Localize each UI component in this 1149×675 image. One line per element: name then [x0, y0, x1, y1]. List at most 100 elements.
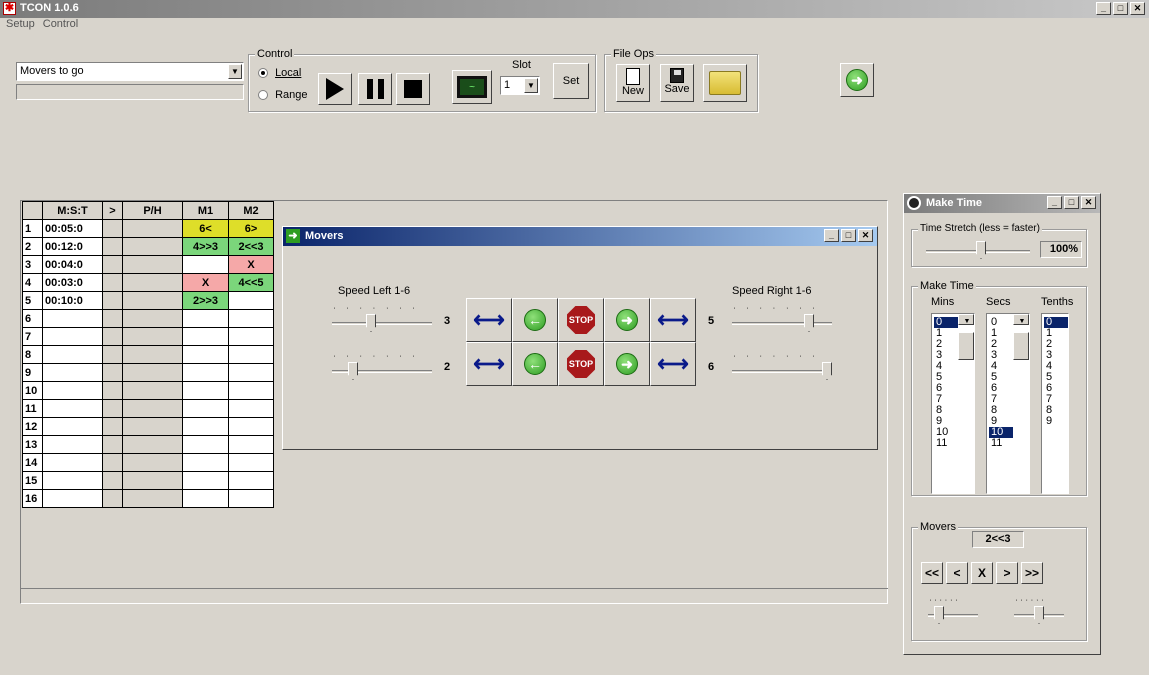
- cell-time[interactable]: [42, 309, 103, 328]
- nav-prev-button[interactable]: <: [946, 562, 968, 584]
- make-time-maximize-button[interactable]: □: [1064, 196, 1079, 209]
- stop1-button[interactable]: STOP: [558, 298, 604, 342]
- cell-m1[interactable]: [182, 471, 229, 490]
- cell-m2[interactable]: [228, 291, 274, 310]
- cell-marker[interactable]: [102, 363, 123, 382]
- cell-time[interactable]: 00:10:0: [42, 291, 103, 310]
- header-m1[interactable]: M1: [182, 201, 229, 220]
- cell-ph[interactable]: [122, 399, 183, 418]
- scroll-thumb[interactable]: [1013, 332, 1029, 360]
- monitor-button[interactable]: ~: [452, 70, 492, 104]
- cell-ph[interactable]: [122, 435, 183, 454]
- cell-m1[interactable]: [182, 417, 229, 436]
- chevron-down-icon[interactable]: ▼: [524, 78, 538, 93]
- cell-ph[interactable]: [122, 381, 183, 400]
- cell-ph[interactable]: [122, 273, 183, 292]
- cell-marker[interactable]: [102, 291, 123, 310]
- list-item[interactable]: 11: [989, 438, 1013, 449]
- cell-time[interactable]: [42, 399, 103, 418]
- cell-m2[interactable]: [228, 453, 274, 472]
- cell-marker[interactable]: [102, 345, 123, 364]
- scroll-down-icon[interactable]: ▼: [958, 314, 974, 325]
- cell-time[interactable]: 00:12:0: [42, 237, 103, 256]
- cell-time[interactable]: [42, 435, 103, 454]
- cell-m1[interactable]: 2>>3: [182, 291, 229, 310]
- movers-minimize-button[interactable]: _: [824, 229, 839, 242]
- cell-m1[interactable]: [182, 309, 229, 328]
- open-button[interactable]: [703, 64, 747, 102]
- cell-m1[interactable]: [182, 363, 229, 382]
- cell-marker[interactable]: [102, 219, 123, 238]
- cell-m2[interactable]: [228, 345, 274, 364]
- cell-marker[interactable]: [102, 417, 123, 436]
- speed-right-1-slider[interactable]: ''''''': [730, 308, 838, 338]
- mins-scrollbar[interactable]: ▲ ▼: [958, 314, 974, 360]
- cell-marker[interactable]: [102, 453, 123, 472]
- menu-setup[interactable]: Setup: [6, 18, 35, 34]
- slider-thumb[interactable]: [1034, 606, 1044, 624]
- cell-ph[interactable]: [122, 327, 183, 346]
- cell-time[interactable]: [42, 417, 103, 436]
- cell-time[interactable]: 00:05:0: [42, 219, 103, 238]
- go-button[interactable]: ➜: [840, 63, 874, 97]
- nav-first-button[interactable]: <<: [921, 562, 943, 584]
- right2-both-button[interactable]: ⟷: [650, 342, 696, 386]
- cell-m1[interactable]: [182, 255, 229, 274]
- maximize-button[interactable]: □: [1113, 2, 1128, 15]
- cell-m2[interactable]: [228, 363, 274, 382]
- left2-left-button[interactable]: ←: [512, 342, 558, 386]
- cell-m2[interactable]: [228, 309, 274, 328]
- right2-right-button[interactable]: ➜: [604, 342, 650, 386]
- stretch-slider[interactable]: [924, 238, 1034, 262]
- cell-m2[interactable]: [228, 417, 274, 436]
- speed-left-1-slider[interactable]: ''''''': [330, 308, 438, 338]
- cell-ph[interactable]: [122, 309, 183, 328]
- cell-time[interactable]: [42, 381, 103, 400]
- cell-time[interactable]: [42, 327, 103, 346]
- minimize-button[interactable]: _: [1096, 2, 1111, 15]
- cell-m1[interactable]: X: [182, 273, 229, 292]
- left2-both-button[interactable]: ⟷: [466, 342, 512, 386]
- chevron-down-icon[interactable]: ▼: [228, 64, 242, 79]
- cell-m1[interactable]: 4>>3: [182, 237, 229, 256]
- secs-scrollbar[interactable]: ▲ ▼: [1013, 314, 1029, 360]
- make-time-minimize-button[interactable]: _: [1047, 196, 1062, 209]
- mover-left-speed-slider[interactable]: '''''': [926, 600, 982, 630]
- cell-ph[interactable]: [122, 219, 183, 238]
- cell-marker[interactable]: [102, 471, 123, 490]
- slider-thumb[interactable]: [366, 314, 376, 332]
- cell-ph[interactable]: [122, 489, 183, 508]
- cell-marker[interactable]: [102, 399, 123, 418]
- play-button[interactable]: [318, 73, 352, 105]
- cell-m2[interactable]: [228, 327, 274, 346]
- cell-time[interactable]: [42, 471, 103, 490]
- slider-thumb[interactable]: [348, 362, 358, 380]
- list-item[interactable]: 11: [934, 438, 958, 449]
- script-select[interactable]: Movers to go ▼: [16, 62, 244, 81]
- header-mst[interactable]: M:S:T: [42, 201, 103, 220]
- mover-right-speed-slider[interactable]: '''''': [1012, 600, 1068, 630]
- mins-listbox[interactable]: 01234567891011 ▲ ▼: [931, 313, 975, 494]
- header-gt[interactable]: >: [102, 201, 123, 220]
- header-ph[interactable]: P/H: [122, 201, 183, 220]
- list-item[interactable]: 9: [1044, 416, 1068, 427]
- cell-marker[interactable]: [102, 327, 123, 346]
- cell-m1[interactable]: [182, 345, 229, 364]
- cell-m1[interactable]: [182, 489, 229, 508]
- close-button[interactable]: ✕: [1130, 2, 1145, 15]
- cell-ph[interactable]: [122, 417, 183, 436]
- cell-m2[interactable]: X: [228, 255, 274, 274]
- nav-clear-button[interactable]: X: [971, 562, 993, 584]
- cell-m1[interactable]: 6<: [182, 219, 229, 238]
- scroll-down-icon[interactable]: ▼: [1013, 314, 1029, 325]
- cell-m1[interactable]: [182, 399, 229, 418]
- cell-marker[interactable]: [102, 489, 123, 508]
- cell-time[interactable]: [42, 489, 103, 508]
- secs-listbox[interactable]: 01234567891011 ▲ ▼: [986, 313, 1030, 494]
- nav-next-button[interactable]: >: [996, 562, 1018, 584]
- speed-left-2-slider[interactable]: ''''''': [330, 356, 438, 386]
- movers-close-button[interactable]: ✕: [858, 229, 873, 242]
- slot-select[interactable]: 1 ▼: [500, 76, 540, 95]
- cell-time[interactable]: [42, 453, 103, 472]
- cell-m2[interactable]: [228, 471, 274, 490]
